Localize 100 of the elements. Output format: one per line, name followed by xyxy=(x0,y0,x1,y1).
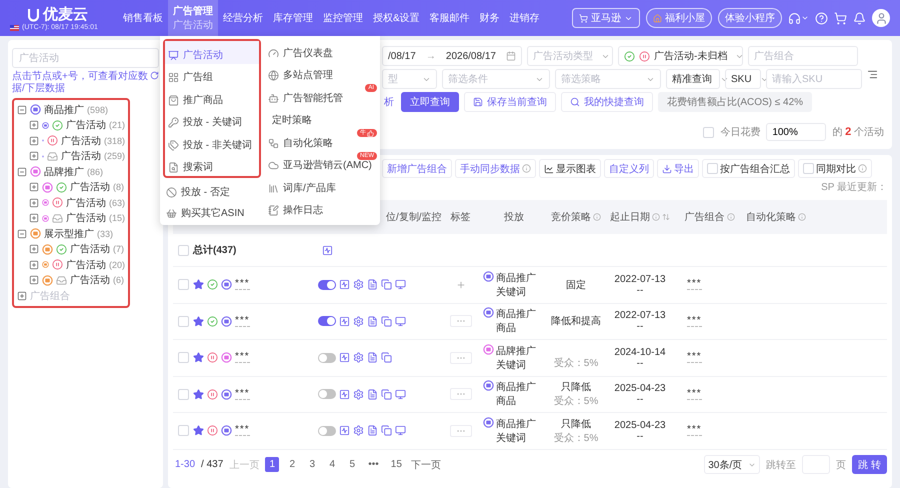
menu-item[interactable]: 搜索词 xyxy=(165,154,259,176)
marketplace-select[interactable]: 亚马逊 xyxy=(572,8,640,28)
toggle-switch[interactable] xyxy=(318,280,336,290)
show-chart-button[interactable]: 显示图表 xyxy=(539,159,601,178)
nav-tab[interactable]: 进销存 xyxy=(504,0,545,36)
percent-field[interactable]: 100% xyxy=(766,123,826,141)
menu-item[interactable]: 购买其它ASIN xyxy=(163,200,261,222)
settings-icon[interactable] xyxy=(353,279,364,290)
toolbar-button[interactable]: 手动同步数据 xyxy=(455,159,536,178)
monitor-icon[interactable] xyxy=(395,279,406,290)
refresh-icon[interactable] xyxy=(150,71,159,80)
expand-icon[interactable] xyxy=(17,290,27,301)
monitor-icon[interactable] xyxy=(395,316,406,327)
campaign-name[interactable]: *** xyxy=(235,316,250,327)
tree-label[interactable]: 广告活动 xyxy=(70,273,110,288)
checkbox[interactable] xyxy=(178,316,188,327)
headset-icon[interactable] xyxy=(788,12,809,24)
star-icon[interactable] xyxy=(193,279,204,290)
expand-icon[interactable] xyxy=(29,151,39,162)
campaign-name[interactable]: *** xyxy=(235,388,250,400)
nav-tab[interactable]: 经营分析 xyxy=(218,0,268,36)
tree-label[interactable]: 广告活动 xyxy=(66,196,106,210)
expand-icon[interactable] xyxy=(29,260,39,270)
nav-tab[interactable]: 销售看板 xyxy=(118,0,168,36)
menu-item[interactable]: 定时策略 xyxy=(265,106,377,129)
star-icon[interactable] xyxy=(193,352,204,364)
bell-icon[interactable] xyxy=(853,12,866,24)
cart-icon[interactable] xyxy=(834,12,847,24)
menu-item[interactable]: 投放 - 关键词 xyxy=(165,108,259,131)
copy-icon[interactable] xyxy=(381,279,392,290)
checkbox[interactable] xyxy=(178,279,188,290)
star-icon[interactable] xyxy=(193,425,204,436)
checkbox[interactable] xyxy=(178,244,188,256)
menu-item[interactable]: 推广商品 xyxy=(165,86,259,108)
menu-item[interactable]: 投放 - 否定 xyxy=(163,179,261,200)
page-link[interactable]: 1 xyxy=(265,457,280,472)
toggle-switch[interactable] xyxy=(318,389,336,400)
collapse-icon[interactable] xyxy=(17,228,27,239)
expand-icon[interactable] xyxy=(29,213,39,224)
chart-icon[interactable] xyxy=(339,425,350,436)
tree-label[interactable]: 广告活动 xyxy=(70,242,110,256)
monitor-icon[interactable] xyxy=(395,388,406,400)
expand-icon[interactable] xyxy=(29,120,39,130)
go-button[interactable]: 跳 转 xyxy=(852,455,887,474)
help-icon[interactable] xyxy=(815,12,828,24)
toolbar-checkbox[interactable]: 按广告组合汇总 xyxy=(702,159,795,178)
expand-icon[interactable] xyxy=(29,244,39,254)
copy-icon[interactable] xyxy=(381,388,392,400)
settings-icon[interactable] xyxy=(353,352,364,364)
monitor-icon[interactable] xyxy=(395,425,406,436)
select-field[interactable]: 广告活动-未归档 xyxy=(618,46,743,66)
menu-item[interactable]: 操作日志 xyxy=(265,196,377,219)
document-icon[interactable] xyxy=(367,352,378,364)
nav-tab[interactable]: 客服邮件 xyxy=(424,0,475,36)
date-range-field[interactable]: /08/17 → 2026/08/17 xyxy=(382,46,522,66)
campaign-name[interactable]: *** xyxy=(235,279,250,290)
campaign-name[interactable]: *** xyxy=(235,352,250,364)
document-icon[interactable] xyxy=(367,316,378,327)
expand-icon[interactable] xyxy=(29,182,39,192)
tree-label[interactable]: 展示型推广 xyxy=(44,226,94,241)
chart-icon[interactable] xyxy=(322,244,333,256)
nav-tab[interactable]: 库存管理 xyxy=(268,0,318,36)
next-page-link[interactable]: 下一页 xyxy=(410,458,441,472)
page-link[interactable]: 4 xyxy=(325,457,340,472)
tree-label[interactable]: 商品推广 xyxy=(44,102,84,117)
menu-item[interactable]: 词库/产品库 xyxy=(265,174,377,196)
tree-label[interactable]: 广告活动 xyxy=(66,118,106,132)
campaign-name[interactable]: *** xyxy=(235,425,250,436)
copy-icon[interactable] xyxy=(381,352,392,364)
tree-label[interactable]: 广告活动 xyxy=(60,149,101,164)
chart-icon[interactable] xyxy=(339,279,350,290)
collapse-icon[interactable] xyxy=(17,104,27,115)
tree-label[interactable]: 广告活动 xyxy=(66,211,106,226)
document-icon[interactable] xyxy=(367,388,378,400)
tree-label[interactable]: 品牌推广 xyxy=(44,164,84,179)
toolbar-checkbox[interactable]: 同期对比 xyxy=(798,159,872,178)
search-button[interactable]: 立即查询 xyxy=(401,92,459,112)
menu-item[interactable]: 广告活动 xyxy=(165,41,259,64)
menu-item[interactable]: 广告仪表盘 xyxy=(265,39,377,62)
page-link[interactable]: 15 xyxy=(388,457,405,472)
toggle-switch[interactable] xyxy=(318,352,336,363)
page-link[interactable]: 2 xyxy=(285,457,300,472)
toolbar-button[interactable]: 新增广告组合 xyxy=(382,159,452,178)
checkbox[interactable] xyxy=(703,126,714,138)
star-icon[interactable] xyxy=(193,388,204,400)
settings-icon[interactable] xyxy=(353,316,364,327)
copy-icon[interactable] xyxy=(381,316,392,327)
chart-icon[interactable] xyxy=(339,352,350,364)
export-button[interactable]: 导出 xyxy=(657,159,699,178)
page-link[interactable]: ••• xyxy=(365,457,382,472)
page-link[interactable]: 3 xyxy=(305,457,320,472)
document-icon[interactable] xyxy=(367,425,378,436)
menu-item[interactable]: 广告组 xyxy=(165,64,259,86)
tree-label[interactable]: 广告活动 xyxy=(70,180,110,194)
search-field[interactable]: 广告活动 xyxy=(12,48,159,68)
settings-icon[interactable] xyxy=(353,425,364,436)
checkbox[interactable] xyxy=(178,388,188,400)
collapse-icon[interactable] xyxy=(17,166,27,177)
chart-icon[interactable] xyxy=(339,388,350,400)
tree-label[interactable]: 广告活动 xyxy=(60,134,101,148)
